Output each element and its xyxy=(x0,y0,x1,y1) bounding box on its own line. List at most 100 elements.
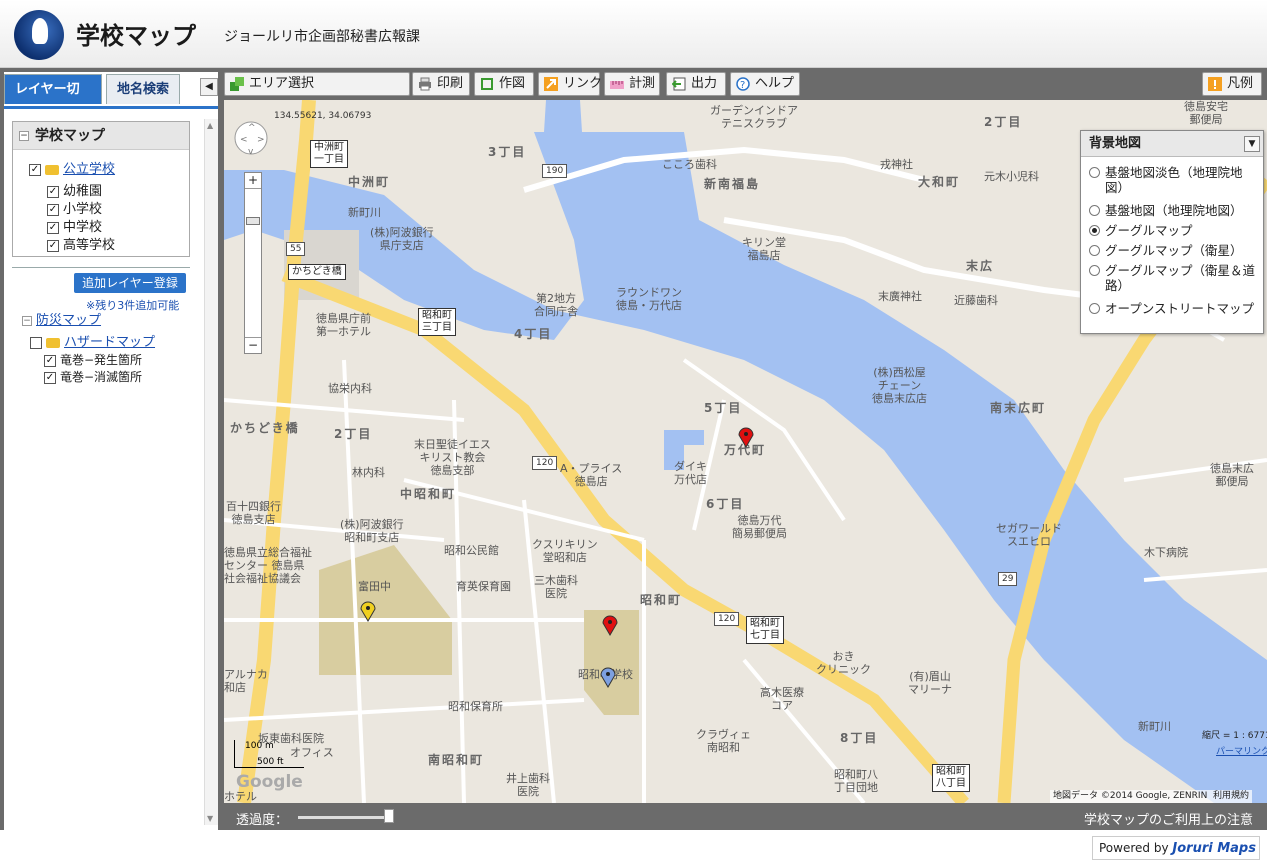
place-label: 徳島万代 簡易郵便局 xyxy=(732,514,787,540)
district-label: 8丁目 xyxy=(840,731,879,745)
app-title: 学校マップ xyxy=(76,22,196,50)
map-marker-blue[interactable] xyxy=(600,666,616,688)
tab-layer-switch[interactable]: レイヤー切替 xyxy=(4,74,102,127)
map-canvas[interactable]: ^ < > v + − 134.55621, 34.06793 190 55 120 … xyxy=(224,100,1267,803)
checkbox-tornado-origin[interactable] xyxy=(44,354,56,367)
bg-option-pale[interactable]: 基盤地図淡色（地理院地図） xyxy=(1089,165,1259,195)
layer-item-high-school: 高等学校 xyxy=(47,234,115,253)
add-layer-button[interactable]: 追加レイヤー登録 xyxy=(74,273,186,293)
usage-notice-link[interactable]: 学校マップのご利用上の注意 xyxy=(1084,809,1253,828)
map-marker-yellow[interactable] xyxy=(360,600,376,622)
attribution-text: 地図データ ©2014 Google, ZENRIN xyxy=(1053,791,1208,801)
radio-button[interactable] xyxy=(1089,245,1100,256)
checkbox-junior-high[interactable] xyxy=(47,221,59,234)
button-label: 計測 xyxy=(629,76,656,91)
panel-scrollbar[interactable]: ▲ ▼ xyxy=(204,119,218,825)
district-label: 6丁目 xyxy=(706,497,745,511)
disaster-map-heading: − 防災マップ xyxy=(22,309,101,328)
radio-button[interactable] xyxy=(1089,265,1100,276)
help-icon: ? xyxy=(736,77,750,91)
help-button[interactable]: ? ヘルプ xyxy=(730,72,800,96)
zoom-slider[interactable]: + − xyxy=(244,172,262,354)
legend-button[interactable]: 凡例 xyxy=(1202,72,1262,96)
layer-label: 竜巻−消滅箇所 xyxy=(60,370,143,384)
zoom-in-button[interactable]: + xyxy=(245,173,261,189)
option-label: グーグルマップ（衛星） xyxy=(1105,243,1243,258)
layer-label: 中学校 xyxy=(63,220,103,235)
radio-button[interactable] xyxy=(1089,303,1100,314)
left-panel: レイヤー切替 地名検索 ◀ ▲▼ − 学校マップ 公立学校 幼稚園 小学校 中学… xyxy=(4,72,218,830)
google-logo: Google xyxy=(236,772,303,792)
bg-option-google-hybrid[interactable]: グーグルマップ（衛星＆道路） xyxy=(1089,263,1259,293)
place-label: (株)西松屋 チェーン 徳島末広店 xyxy=(872,366,927,405)
checkbox-elementary[interactable] xyxy=(47,203,59,216)
place-label: (有)眉山 マリーナ xyxy=(908,670,952,696)
svg-text:^: ^ xyxy=(248,123,256,133)
svg-text:?: ? xyxy=(740,80,745,91)
option-label: グーグルマップ xyxy=(1105,223,1193,238)
pan-control[interactable]: ^ < > v xyxy=(234,108,268,166)
bg-option-osm[interactable]: オープンストリートマップ xyxy=(1089,301,1254,316)
place-label: 林内科 xyxy=(352,466,385,479)
opacity-slider-handle[interactable] xyxy=(384,809,394,823)
checkbox-tornado-end[interactable] xyxy=(44,371,56,384)
area-select-icon xyxy=(230,77,244,91)
district-label: 南末広町 xyxy=(990,401,1047,415)
place-label: 昭和保育所 xyxy=(448,700,503,713)
bg-option-google[interactable]: グーグルマップ xyxy=(1089,223,1193,238)
checkbox-high-school[interactable] xyxy=(47,239,59,252)
scale-metric: 100 m xyxy=(245,741,274,751)
permalink-link[interactable]: パーマリンク xyxy=(1216,746,1267,759)
school-map-heading: − 学校マップ xyxy=(13,122,189,150)
option-label: グーグルマップ（衛星＆道路） xyxy=(1105,263,1256,293)
export-button[interactable]: 出力 xyxy=(666,72,726,96)
print-button[interactable]: 印刷 xyxy=(412,72,470,96)
zoom-out-button[interactable]: − xyxy=(245,337,261,353)
route-shield: 120 xyxy=(532,456,558,470)
checkbox-kindergarten[interactable] xyxy=(47,185,59,198)
terms-link[interactable]: 利用規約 xyxy=(1213,791,1249,801)
checkbox-public-school[interactable] xyxy=(29,163,41,176)
option-label: 基盤地図（地理院地図） xyxy=(1105,203,1243,218)
button-label: 凡例 xyxy=(1227,76,1254,91)
map-marker-red[interactable] xyxy=(738,426,754,448)
chevron-down-icon[interactable]: ▼ xyxy=(1244,136,1260,152)
place-label: 戎神社 xyxy=(880,158,913,171)
triangle-left-icon[interactable]: ◀ xyxy=(200,78,218,96)
bg-option-google-satellite[interactable]: グーグルマップ（衛星） xyxy=(1089,243,1243,258)
bg-option-standard[interactable]: 基盤地図（地理院地図） xyxy=(1089,203,1243,218)
opacity-slider[interactable] xyxy=(298,816,390,819)
place-label: クスリキリン 堂昭和店 xyxy=(532,538,598,564)
place-label: 昭和公民館 xyxy=(444,544,499,557)
district-label: 末広 xyxy=(966,259,995,273)
measure-button[interactable]: 計測 xyxy=(604,72,660,96)
collapse-minus-icon[interactable]: − xyxy=(22,315,32,326)
public-school-link[interactable]: 公立学校 xyxy=(63,162,115,177)
area-select-button[interactable]: エリア選択 xyxy=(224,72,410,96)
folder-icon xyxy=(45,164,59,175)
powered-by-text: Powered by xyxy=(1099,841,1169,855)
place-label: 新町川 xyxy=(348,206,381,219)
option-label: 基盤地図淡色（地理院地図） xyxy=(1105,165,1243,195)
school-ground xyxy=(319,545,452,675)
map-marker-red[interactable] xyxy=(602,614,618,636)
layer-label: 小学校 xyxy=(63,202,103,217)
zoom-handle[interactable] xyxy=(246,217,260,225)
draw-button[interactable]: 作図 xyxy=(474,72,534,96)
button-label: 印刷 xyxy=(437,76,464,91)
district-label: 2丁目 xyxy=(984,115,1023,129)
canal xyxy=(544,100,582,132)
disaster-map-link[interactable]: 防災マップ xyxy=(36,313,101,328)
scale-bar: 100 m 500 ft xyxy=(234,740,304,768)
radio-button[interactable] xyxy=(1089,205,1100,216)
radio-button-selected[interactable] xyxy=(1089,225,1100,236)
tab-place-search[interactable]: 地名検索 xyxy=(106,74,180,104)
hazard-map-link[interactable]: ハザードマップ xyxy=(64,335,155,350)
collapse-minus-icon[interactable]: − xyxy=(19,131,29,141)
scale-imperial: 500 ft xyxy=(257,757,284,767)
checkbox-hazard-map[interactable] xyxy=(30,336,42,349)
brand-logo: Joruri Maps xyxy=(1172,841,1256,856)
radio-button[interactable] xyxy=(1089,167,1100,178)
place-label: 協栄内科 xyxy=(328,382,372,395)
link-button[interactable]: リンク xyxy=(538,72,602,96)
